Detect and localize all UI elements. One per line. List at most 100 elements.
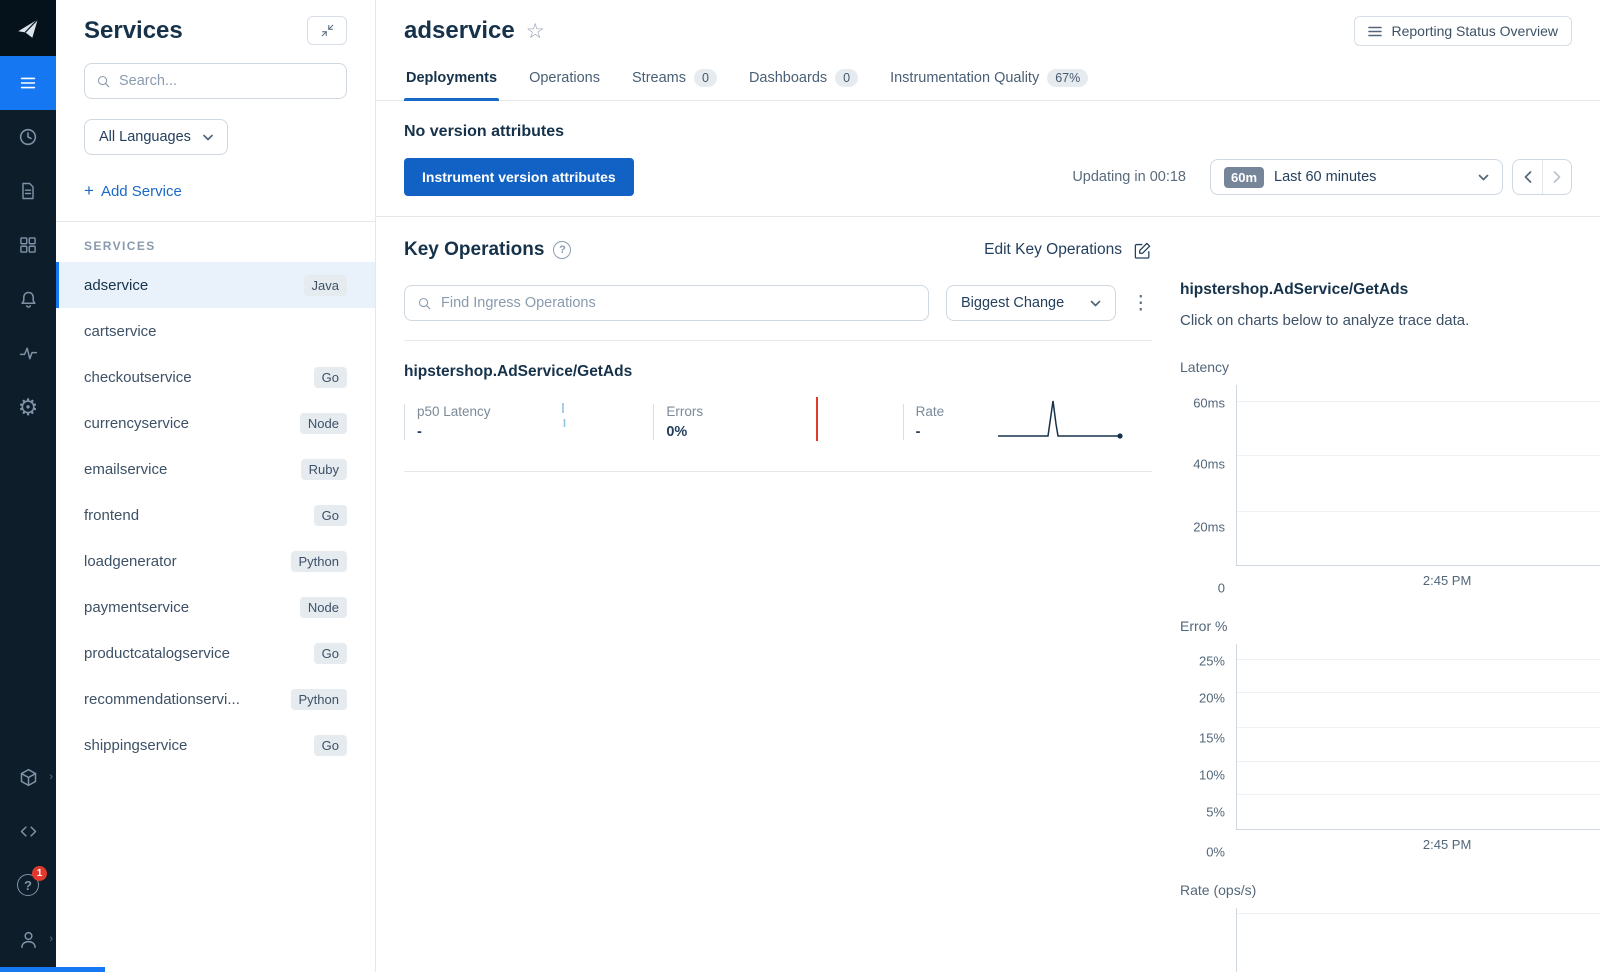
service-name: paymentservice: [84, 598, 190, 616]
rate-chart[interactable]: [1180, 908, 1600, 972]
instrumentation-quality-badge: 67%: [1047, 69, 1089, 87]
latency-x-axis: 2:45 PM: [1422, 573, 1472, 588]
tab-label: Deployments: [406, 70, 498, 86]
error-chart-label: Error %: [1180, 618, 1228, 634]
sidebar-title: Services: [84, 16, 183, 44]
latency-plot-area[interactable]: [1236, 385, 1600, 566]
key-operations-section: Key Operations ? Edit Key Operations Fin…: [376, 217, 1180, 972]
time-range-selector[interactable]: 60m Last 60 minutes: [1210, 159, 1503, 195]
error-plot-area[interactable]: [1236, 644, 1600, 830]
chevron-right-icon: ›: [49, 771, 53, 783]
help-tooltip-icon[interactable]: ?: [553, 241, 572, 259]
metric-label: p50 Latency: [417, 403, 491, 419]
services-sidebar: Services All Languages + Add Service: [56, 0, 376, 972]
time-range-pager: [1512, 159, 1572, 195]
service-item-productcatalogservice[interactable]: productcatalogservice Go: [56, 630, 375, 676]
add-service-button[interactable]: + Add Service: [84, 181, 347, 201]
service-item-emailservice[interactable]: emailservice Ruby: [56, 446, 375, 492]
service-item-paymentservice[interactable]: paymentservice Node: [56, 584, 375, 630]
metric-label: Errors: [666, 403, 704, 419]
rail-item-history[interactable]: [0, 110, 56, 164]
instrument-version-attributes-button[interactable]: Instrument version attributes: [404, 158, 634, 196]
main-content: adservice ☆ Reporting Status Overview De…: [376, 0, 1600, 972]
plus-icon: +: [84, 181, 94, 200]
service-name: frontend: [84, 506, 140, 524]
error-chart[interactable]: 25% 20% 15% 10% 5% 0% 2:45 PM: [1180, 644, 1600, 860]
gear-icon: ⚙: [17, 393, 39, 420]
bottom-progress-accent: [0, 967, 105, 972]
service-name: loadgenerator: [84, 552, 177, 570]
metric-rate: Rate -: [902, 396, 1152, 447]
rail-item-notebooks[interactable]: [0, 164, 56, 218]
tab-instrumentation-quality[interactable]: Instrumentation Quality 67%: [888, 59, 1090, 100]
reporting-status-overview-button[interactable]: Reporting Status Overview: [1354, 16, 1572, 46]
find-operations-search[interactable]: [404, 285, 929, 321]
time-back-button[interactable]: [1513, 160, 1542, 194]
language-badge: Python: [290, 550, 347, 572]
person-icon: [20, 931, 36, 948]
rail-item-project[interactable]: ›: [0, 750, 56, 804]
edit-key-operations-button[interactable]: Edit Key Operations: [984, 241, 1152, 260]
toolbar-divider: [404, 340, 1152, 341]
rail-item-settings[interactable]: ⚙: [0, 380, 56, 434]
tab-dashboards[interactable]: Dashboards 0: [747, 59, 860, 100]
chevron-right-icon: [1553, 171, 1561, 183]
find-operations-input[interactable]: [441, 295, 916, 311]
tab-streams[interactable]: Streams 0: [630, 59, 719, 100]
service-name: adservice: [84, 276, 149, 294]
rate-chart-label: Rate (ops/s): [1180, 882, 1257, 898]
operation-metrics-row[interactable]: p50 Latency - Errors 0% Rate -: [404, 396, 1152, 472]
clock-icon: [19, 128, 37, 146]
metric-value: -: [417, 423, 422, 440]
latency-sparkline: [491, 396, 631, 447]
service-item-checkoutservice[interactable]: checkoutservice Go: [56, 354, 375, 400]
operation-name[interactable]: hipstershop.AdService/GetAds: [404, 363, 1152, 381]
rail-item-help[interactable]: ? 1: [0, 858, 56, 912]
service-item-frontend[interactable]: frontend Go: [56, 492, 375, 538]
collapse-sidebar-button[interactable]: [307, 16, 347, 45]
streams-count-badge: 0: [694, 69, 717, 87]
sort-dropdown[interactable]: Biggest Change: [946, 285, 1117, 321]
service-search[interactable]: [84, 63, 347, 99]
time-range-badge: 60m: [1224, 166, 1265, 188]
trace-panel-title: hipstershop.AdService/GetAds: [1180, 281, 1409, 298]
app-window: ⚙ › ? 1 › Services Search... All Languag…: [0, 0, 1600, 972]
rate-plot-area[interactable]: [1236, 908, 1600, 972]
rail-item-monitoring[interactable]: [0, 326, 56, 380]
error-y-axis: 25% 20% 15% 10% 5% 0%: [1198, 653, 1225, 860]
language-badge: Go: [313, 366, 347, 388]
rail-item-account[interactable]: ›: [0, 912, 56, 966]
rail-item-services[interactable]: [0, 56, 56, 110]
service-list: adservice Java cartservice checkoutservi…: [56, 262, 375, 768]
search-icon: [418, 297, 431, 309]
service-search-input[interactable]: [119, 73, 335, 89]
time-forward-button[interactable]: [1542, 160, 1571, 194]
services-section-label: SERVICES: [84, 239, 156, 253]
service-item-loadgenerator[interactable]: loadgenerator Python: [56, 538, 375, 584]
edit-icon: [1134, 242, 1151, 259]
metric-value: -: [915, 423, 921, 440]
rail-item-dashboards[interactable]: [0, 218, 56, 272]
package-icon: [20, 768, 36, 786]
rail-item-developer[interactable]: [0, 804, 56, 858]
metric-errors: Errors 0%: [653, 396, 902, 447]
service-item-shippingservice[interactable]: shippingservice Go: [56, 722, 375, 768]
language-badge: Node: [299, 412, 347, 434]
rail-item-alerts[interactable]: [0, 272, 56, 326]
language-badge: Python: [290, 688, 347, 710]
service-item-cartservice[interactable]: cartservice: [56, 308, 375, 354]
language-filter-label: All Languages: [99, 129, 191, 145]
updating-countdown: Updating in 00:18: [1072, 169, 1186, 185]
language-filter-dropdown[interactable]: All Languages: [84, 119, 228, 155]
latency-chart[interactable]: 60ms 40ms 20ms 0 2:45 PM: [1180, 385, 1600, 596]
latency-y-axis: 60ms 40ms 20ms 0: [1193, 395, 1225, 596]
app-logo[interactable]: [0, 0, 56, 56]
service-item-recommendationservice[interactable]: recommendationservi... Python: [56, 676, 375, 722]
service-item-adservice[interactable]: adservice Java: [56, 262, 375, 308]
service-item-currencyservice[interactable]: currencyservice Node: [56, 400, 375, 446]
tab-deployments[interactable]: Deployments: [404, 59, 500, 101]
error-x-axis: 2:45 PM: [1422, 837, 1472, 852]
favorite-star-icon[interactable]: ☆: [526, 19, 545, 44]
tab-operations[interactable]: Operations: [527, 59, 602, 100]
more-options-kebab-icon[interactable]: ⋮: [1131, 294, 1150, 313]
